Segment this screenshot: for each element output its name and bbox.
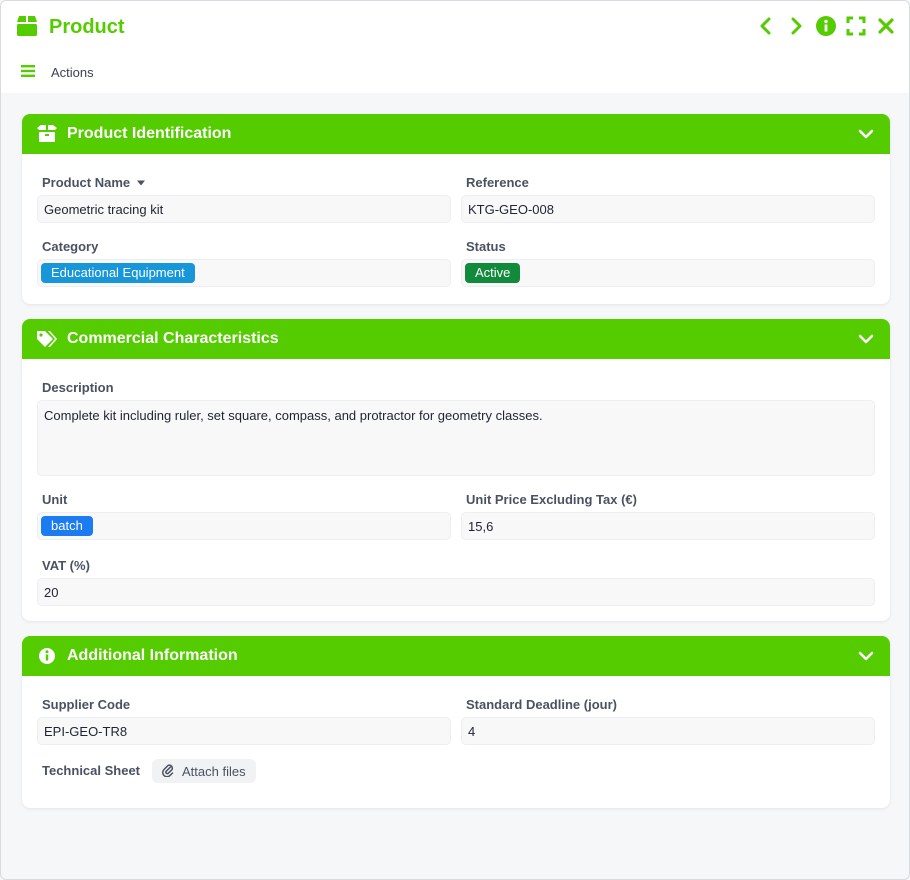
- product-name-label[interactable]: Product Name: [42, 175, 146, 190]
- title-row: Product: [15, 13, 125, 41]
- tags-icon: [36, 328, 58, 350]
- chevron-down-icon[interactable]: [856, 329, 876, 349]
- category-field[interactable]: Educational Equipment: [37, 259, 451, 287]
- chevron-down-icon[interactable]: [856, 124, 876, 144]
- window-controls: [755, 15, 897, 37]
- reference-label: Reference: [466, 175, 529, 190]
- next-chevron-icon[interactable]: [785, 15, 807, 37]
- panel-header[interactable]: Commercial Characteristics: [22, 319, 890, 359]
- status-field[interactable]: Active: [461, 259, 875, 287]
- technical-sheet-label: Technical Sheet: [42, 763, 141, 778]
- unit-label: Unit: [42, 492, 68, 507]
- product-name-value: Geometric tracing kit: [44, 201, 164, 217]
- close-icon[interactable]: [875, 15, 897, 37]
- paperclip-icon: [162, 763, 174, 780]
- chevron-down-icon[interactable]: [856, 646, 876, 666]
- panel-title: Additional Information: [67, 647, 238, 664]
- actions-label[interactable]: Actions: [51, 65, 94, 80]
- unit-field[interactable]: batch: [37, 512, 451, 540]
- description-field[interactable]: Complete kit including ruler, set square…: [37, 400, 875, 476]
- panel-header[interactable]: Product Identification: [22, 114, 890, 154]
- hamburger-icon[interactable]: [21, 65, 35, 80]
- panel-commercial-characteristics: Commercial Characteristics Description C…: [22, 319, 890, 621]
- info-circle-icon: [36, 645, 58, 667]
- price-label: Unit Price Excluding Tax (€): [466, 492, 637, 507]
- panel-additional-information: Additional Information Supplier Code EPI…: [22, 636, 890, 808]
- vat-label: VAT (%): [42, 558, 90, 573]
- supplier-code-label: Supplier Code: [42, 697, 131, 712]
- category-tag[interactable]: Educational Equipment: [41, 263, 195, 283]
- panel-title: Commercial Characteristics: [67, 330, 279, 347]
- attach-files-label: Attach files: [182, 763, 246, 779]
- deadline-label: Standard Deadline (jour): [466, 697, 617, 712]
- status-label: Status: [466, 239, 506, 254]
- info-icon[interactable]: [815, 15, 837, 37]
- status-badge[interactable]: Active: [465, 263, 521, 283]
- supplier-code-field[interactable]: EPI-GEO-TR8: [37, 717, 451, 745]
- product-name-field[interactable]: Geometric tracing kit: [37, 195, 451, 223]
- deadline-field[interactable]: 4: [461, 717, 875, 745]
- panel-title: Product Identification: [67, 125, 232, 142]
- vat-value: 20: [44, 584, 59, 600]
- window-title: Product: [49, 15, 125, 38]
- reference-field[interactable]: KTG-GEO-008: [461, 195, 875, 223]
- vat-field[interactable]: 20: [37, 578, 875, 606]
- product-name-label-text: Product Name: [42, 175, 131, 190]
- supplier-code-value: EPI-GEO-TR8: [44, 723, 128, 739]
- description-label: Description: [42, 380, 114, 395]
- caret-down-icon[interactable]: [136, 175, 146, 190]
- previous-chevron-icon[interactable]: [755, 15, 777, 37]
- boxes-icon: [36, 123, 58, 145]
- unit-tag[interactable]: batch: [41, 516, 93, 536]
- actions-menu[interactable]: Actions: [21, 65, 94, 80]
- panel-product-identification: Product Identification Product Name Geom…: [22, 114, 890, 304]
- panel-header[interactable]: Additional Information: [22, 636, 890, 676]
- price-field[interactable]: 15,6: [461, 512, 875, 540]
- description-value: Complete kit including ruler, set square…: [44, 408, 543, 423]
- fullscreen-icon[interactable]: [845, 15, 867, 37]
- window-header: Product Actions: [1, 1, 909, 93]
- product-window: Product Actions Product Identification P…: [0, 0, 910, 880]
- attach-files-button[interactable]: Attach files: [152, 759, 256, 783]
- reference-value: KTG-GEO-008: [468, 201, 554, 217]
- price-value: 15,6: [468, 518, 494, 534]
- box-icon: [15, 14, 39, 41]
- category-label: Category: [42, 239, 99, 254]
- deadline-value: 4: [468, 723, 476, 739]
